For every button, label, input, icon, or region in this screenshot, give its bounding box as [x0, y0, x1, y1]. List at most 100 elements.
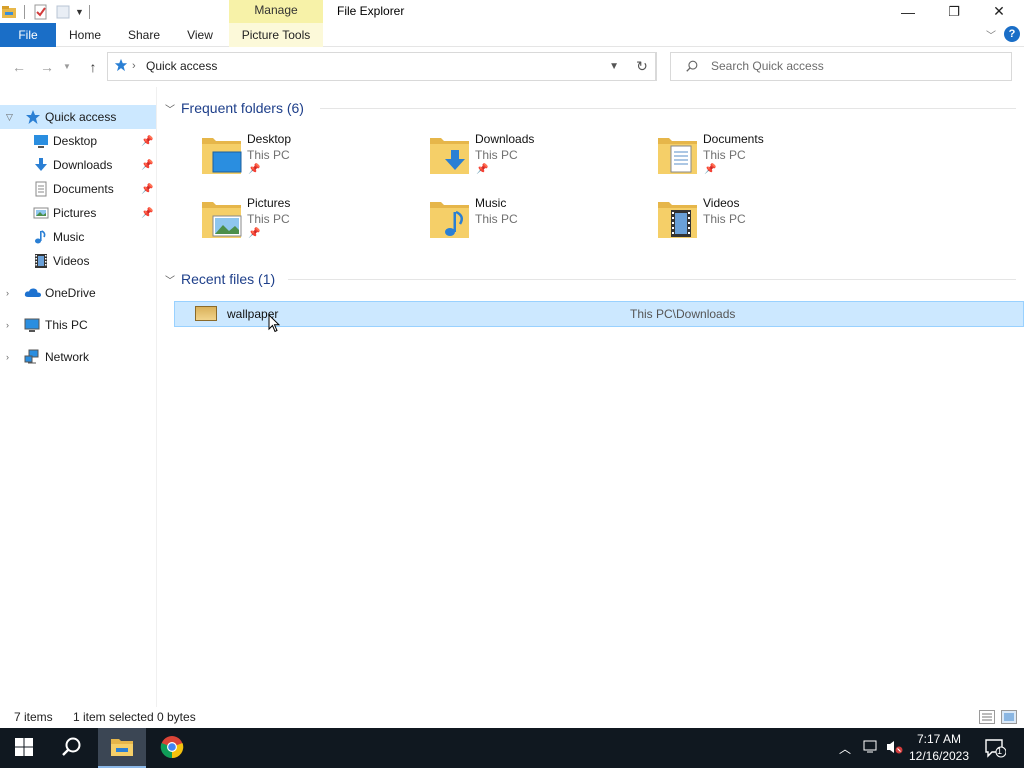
system-clock[interactable]: 7:17 AM 12/16/2023	[904, 731, 974, 765]
new-folder-icon[interactable]	[55, 4, 71, 20]
restore-button[interactable]: ❐	[931, 0, 977, 23]
tab-view[interactable]: View	[180, 23, 220, 47]
pin-icon[interactable]: 📌	[141, 160, 153, 171]
close-button[interactable]: ✕	[976, 0, 1022, 23]
taskbar-chrome[interactable]	[148, 728, 196, 768]
desktop-icon	[33, 133, 49, 149]
folder-tile-documents[interactable]: Documents This PC 📌	[657, 132, 857, 184]
nav-item-network[interactable]: › Network	[0, 345, 156, 369]
frequent-folders-header[interactable]: ﹀ Frequent folders (6)	[165, 98, 304, 118]
forward-button[interactable]: →	[37, 57, 57, 77]
mouse-cursor-icon	[268, 313, 281, 337]
folder-location: This PC	[703, 148, 746, 162]
collapse-chevron-icon[interactable]: ﹀	[165, 101, 175, 116]
window-title: File Explorer	[337, 4, 405, 18]
pin-icon: 📌	[476, 164, 489, 175]
nav-item-this-pc[interactable]: › This PC	[0, 313, 156, 337]
section-title: Recent files (1)	[181, 271, 276, 287]
search-icon	[61, 736, 83, 761]
close-icon: ✕	[993, 3, 1005, 19]
downloads-folder-icon	[429, 132, 473, 176]
address-bar[interactable]: › Quick access ▼	[107, 52, 656, 81]
collapse-chevron-icon[interactable]: ﹀	[165, 272, 175, 287]
address-path[interactable]: Quick access	[146, 53, 217, 80]
cloud-icon	[24, 285, 41, 301]
clock-time: 7:17 AM	[916, 732, 962, 746]
tab-share[interactable]: Share	[122, 23, 166, 47]
taskbar-search-button[interactable]	[48, 728, 96, 768]
folder-location: This PC	[247, 148, 290, 162]
nav-label: Desktop	[53, 134, 98, 148]
clock-date: 12/16/2023	[908, 749, 970, 763]
nav-label: OneDrive	[45, 286, 96, 300]
restore-icon: ❐	[948, 3, 960, 19]
nav-item-desktop[interactable]: Desktop 📌	[0, 129, 156, 153]
nav-item-documents[interactable]: Documents 📌	[0, 177, 156, 201]
pin-icon[interactable]: 📌	[141, 136, 153, 147]
nav-item-videos[interactable]: Videos	[0, 249, 156, 273]
refresh-button[interactable]: ↻	[628, 52, 657, 81]
expand-chevron-icon[interactable]: ›	[6, 320, 9, 330]
film-icon	[33, 253, 49, 269]
action-center-button[interactable]: 1	[984, 738, 1007, 761]
nav-label: Quick access	[45, 110, 117, 124]
properties-icon[interactable]	[33, 4, 49, 20]
breadcrumb-chevron-icon[interactable]: ›	[132, 53, 136, 80]
qat-separator	[24, 4, 25, 19]
recent-file-row[interactable]: wallpaper This PC\Downloads	[174, 301, 1024, 327]
pin-icon[interactable]: 📌	[141, 184, 153, 195]
customize-qat-chevron-icon[interactable]: ▼	[75, 4, 85, 20]
folder-location: This PC	[475, 212, 518, 226]
pin-icon[interactable]: 📌	[141, 208, 153, 219]
status-item-count: 7 items	[14, 710, 53, 724]
back-button[interactable]: ←	[9, 57, 29, 77]
folder-tile-videos[interactable]: Videos This PC	[657, 196, 857, 248]
recent-locations-button[interactable]: ▼	[62, 57, 72, 77]
folder-name: Pictures	[247, 196, 291, 210]
nav-item-quick-access[interactable]: ▽ Quick access	[0, 105, 156, 129]
ribbon-tab-bar: File Home Share View Picture Tools ﹀ ?	[0, 23, 1024, 47]
tab-file[interactable]: File	[0, 23, 56, 47]
pin-icon: 📌	[704, 164, 717, 175]
nav-label: Documents	[53, 182, 114, 196]
nav-item-downloads[interactable]: Downloads 📌	[0, 153, 156, 177]
recent-files-header[interactable]: ﹀ Recent files (1)	[165, 269, 275, 289]
back-arrow-icon: ←	[12, 59, 26, 75]
qat-separator	[89, 4, 90, 19]
taskbar: ︿ 7:17 AM 12/16/2023 1	[0, 728, 1024, 768]
expand-ribbon-chevron-icon[interactable]: ﹀	[986, 27, 996, 42]
large-icons-view-icon[interactable]	[1001, 710, 1017, 724]
minimize-button[interactable]: —	[885, 0, 931, 23]
help-icon[interactable]: ?	[1004, 26, 1020, 42]
picture-icon	[33, 205, 49, 221]
nav-item-music[interactable]: Music	[0, 225, 156, 249]
expand-chevron-icon[interactable]: ▽	[6, 112, 13, 123]
nav-item-pictures[interactable]: Pictures 📌	[0, 201, 156, 225]
details-view-icon[interactable]	[979, 710, 995, 724]
address-dropdown-icon[interactable]: ▼	[609, 53, 619, 80]
desktop-folder-icon	[201, 132, 245, 176]
search-box[interactable]: Search Quick access	[670, 52, 1012, 81]
folder-tile-pictures[interactable]: Pictures This PC 📌	[201, 196, 401, 248]
documents-folder-icon	[657, 132, 701, 176]
tab-picture-tools[interactable]: Picture Tools	[229, 23, 323, 47]
tab-home[interactable]: Home	[62, 23, 108, 47]
expand-chevron-icon[interactable]: ›	[6, 352, 9, 362]
minimize-icon: —	[901, 3, 915, 20]
navigation-pane: ▽ Quick access Desktop 📌 Downloads 📌 Doc…	[0, 101, 156, 706]
folder-name: Videos	[703, 196, 740, 210]
pane-divider[interactable]	[156, 87, 157, 707]
nav-item-onedrive[interactable]: › OneDrive	[0, 281, 156, 305]
folder-tile-downloads[interactable]: Downloads This PC 📌	[429, 132, 629, 184]
up-button[interactable]: ↑	[83, 57, 103, 77]
explorer-app-icon[interactable]	[2, 4, 18, 20]
network-status-icon[interactable]	[863, 740, 879, 757]
volume-muted-icon[interactable]	[886, 740, 904, 757]
start-button[interactable]	[0, 728, 48, 768]
expand-chevron-icon[interactable]: ›	[6, 288, 9, 298]
folder-tile-desktop[interactable]: Desktop This PC 📌	[201, 132, 401, 184]
folder-tile-music[interactable]: Music This PC	[429, 196, 629, 248]
taskbar-file-explorer[interactable]	[98, 728, 146, 768]
section-title: Frequent folders (6)	[181, 100, 304, 116]
show-hidden-icons-chevron-icon[interactable]: ︿	[839, 740, 851, 757]
